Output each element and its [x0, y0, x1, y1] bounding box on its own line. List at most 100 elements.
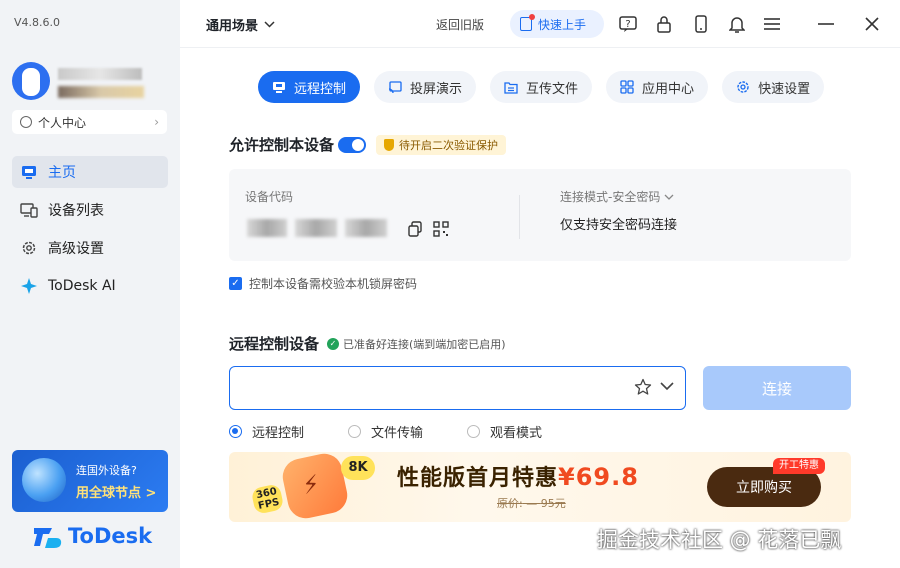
remote-control-header: 远程控制设备 ✓ 已准备好连接(端到端加密已启用): [229, 333, 506, 354]
lock-screen-check[interactable]: ✓ 控制本设备需校验本机锁屏密码: [229, 275, 417, 292]
promo-price: ¥69.8: [558, 463, 639, 491]
radio-view-mode[interactable]: 观看模式: [467, 422, 542, 441]
sidebar-item-devices[interactable]: 设备列表: [12, 194, 168, 226]
promo-title: 性能版首月特惠¥69.8: [397, 460, 639, 492]
chevron-down-icon[interactable]: [660, 380, 674, 394]
sidebar-item-label: 高级设置: [48, 241, 104, 257]
connect-button[interactable]: 连接: [703, 366, 851, 410]
sparkle-icon: [20, 277, 38, 295]
account-blurred: [58, 86, 144, 98]
help-icon[interactable]: ?: [618, 14, 638, 34]
connection-mode-label: 连接模式-安全密码: [560, 190, 661, 204]
radio-label: 远程控制: [252, 426, 305, 441]
profile-center-button[interactable]: 个人中心 ›: [12, 110, 167, 134]
radio-label: 观看模式: [490, 426, 543, 441]
radio-file-transfer[interactable]: 文件传输: [348, 422, 423, 441]
sidebar-item-advanced-settings[interactable]: 高级设置: [12, 232, 168, 264]
close-icon[interactable]: [862, 14, 882, 34]
promo-line1: 连国外设备?: [76, 464, 137, 477]
qr-code-icon[interactable]: [433, 221, 449, 237]
copy-icon[interactable]: [407, 221, 423, 237]
phone-icon[interactable]: [691, 14, 711, 34]
tab-screen-cast[interactable]: 投屏演示: [374, 71, 477, 103]
lock-icon[interactable]: [654, 14, 674, 34]
tab-label: 互传文件: [526, 81, 579, 97]
chevron-right-icon: ›: [154, 115, 159, 129]
security-badge[interactable]: 待开启二次验证保护: [376, 134, 507, 155]
scene-selector[interactable]: 通用场景: [206, 15, 275, 34]
radio-unselected-icon[interactable]: [467, 425, 481, 438]
svg-text:?: ?: [625, 19, 630, 30]
device-code-label: 设备代码: [245, 190, 294, 204]
check-circle-icon: ✓: [327, 337, 340, 350]
sidebar: V4.8.6.0 个人中心 › 主页 设备列表 高级设置 ToDesk AI 连…: [0, 0, 180, 568]
apps-icon: [620, 80, 634, 94]
star-icon[interactable]: [634, 378, 652, 396]
connection-mode-radios: 远程控制 文件传输 观看模式: [229, 422, 586, 441]
quick-start-label: 快速上手: [538, 17, 587, 32]
avatar[interactable]: [12, 62, 50, 100]
original-price-value: 95元: [540, 497, 566, 510]
sidebar-item-label: 主页: [48, 165, 76, 181]
logo-text: ToDesk: [68, 524, 153, 548]
monitor-icon: [20, 163, 38, 181]
remote-id-field[interactable]: [229, 366, 686, 410]
allow-control-toggle[interactable]: [338, 136, 367, 153]
sidebar-item-todesk-ai[interactable]: ToDesk AI: [12, 270, 168, 302]
top-bar: 通用场景 返回旧版 快速上手 ?: [180, 0, 900, 48]
tab-label: 应用中心: [642, 81, 695, 97]
remote-control-title: 远程控制设备: [229, 335, 320, 353]
tab-remote-control[interactable]: 远程控制: [258, 71, 361, 103]
device-code-blurred: [247, 219, 387, 237]
performance-promo-banner[interactable]: 8K 360 FPS 性能版首月特惠¥69.8 原价: — 95元 立即购买 开…: [229, 452, 851, 522]
radio-label: 文件传输: [371, 426, 424, 441]
8k-badge: 8K: [341, 456, 375, 480]
allow-control-title: 允许控制本设备: [229, 136, 335, 154]
promo-title-text: 性能版首月特惠: [397, 466, 559, 491]
allow-control-header: 允许控制本设备 待开启二次验证保护: [229, 134, 507, 155]
radio-selected-icon[interactable]: [229, 425, 242, 438]
radio-remote-control[interactable]: 远程控制: [229, 422, 304, 441]
original-price-label: 原价:: [497, 497, 523, 510]
shield-icon: [384, 138, 395, 151]
checkbox-checked-icon[interactable]: ✓: [229, 277, 242, 290]
bell-icon[interactable]: [727, 14, 747, 34]
app-version: V4.8.6.0: [14, 16, 61, 29]
sidebar-item-home[interactable]: 主页: [12, 156, 168, 188]
global-nodes-promo[interactable]: 连国外设备? 用全球节点 >: [12, 450, 168, 512]
profile-center-label: 个人中心: [38, 115, 87, 130]
divider: [519, 195, 520, 239]
cast-icon: [388, 80, 402, 94]
chevron-down-icon: [664, 190, 674, 204]
promo-line2: 用全球节点 >: [76, 486, 157, 501]
tab-file-transfer[interactable]: 互传文件: [490, 71, 593, 103]
original-price: 原价: — 95元: [497, 497, 566, 510]
sidebar-nav: 主页 设备列表 高级设置 ToDesk AI: [12, 156, 168, 308]
sidebar-item-label: ToDesk AI: [48, 278, 116, 294]
tab-quick-settings[interactable]: 快速设置: [722, 71, 825, 103]
radio-unselected-icon[interactable]: [348, 425, 362, 438]
connection-mode-selector[interactable]: 连接模式-安全密码: [560, 188, 674, 205]
folder-transfer-icon: [504, 80, 518, 94]
tab-app-center[interactable]: 应用中心: [606, 71, 709, 103]
username-blurred: [58, 68, 142, 80]
promo-tag: 开工特惠: [773, 458, 825, 474]
minimize-icon[interactable]: [816, 14, 836, 34]
lock-screen-check-label: 控制本设备需校验本机锁屏密码: [249, 277, 418, 291]
scene-label: 通用场景: [206, 19, 259, 34]
tab-label: 投屏演示: [410, 81, 463, 97]
user-icon: [20, 116, 32, 128]
security-badge-label: 待开启二次验证保护: [399, 138, 499, 152]
watermark: 掘金技术社区 @ 花落已飘: [597, 528, 842, 552]
lightning-icon: [279, 452, 351, 522]
devices-icon: [20, 201, 38, 219]
book-icon: [520, 14, 535, 31]
feature-tabs: 远程控制 投屏演示 互传文件 应用中心 快速设置: [258, 71, 838, 103]
menu-icon[interactable]: [762, 14, 782, 34]
globe-icon: [22, 458, 66, 502]
back-to-old-version-link[interactable]: 返回旧版: [436, 16, 484, 33]
360fps-badge: 360 FPS: [250, 483, 285, 515]
remote-id-input[interactable]: [236, 373, 626, 403]
quick-start-button[interactable]: 快速上手: [510, 10, 604, 38]
todesk-logo: ToDesk: [34, 524, 152, 548]
